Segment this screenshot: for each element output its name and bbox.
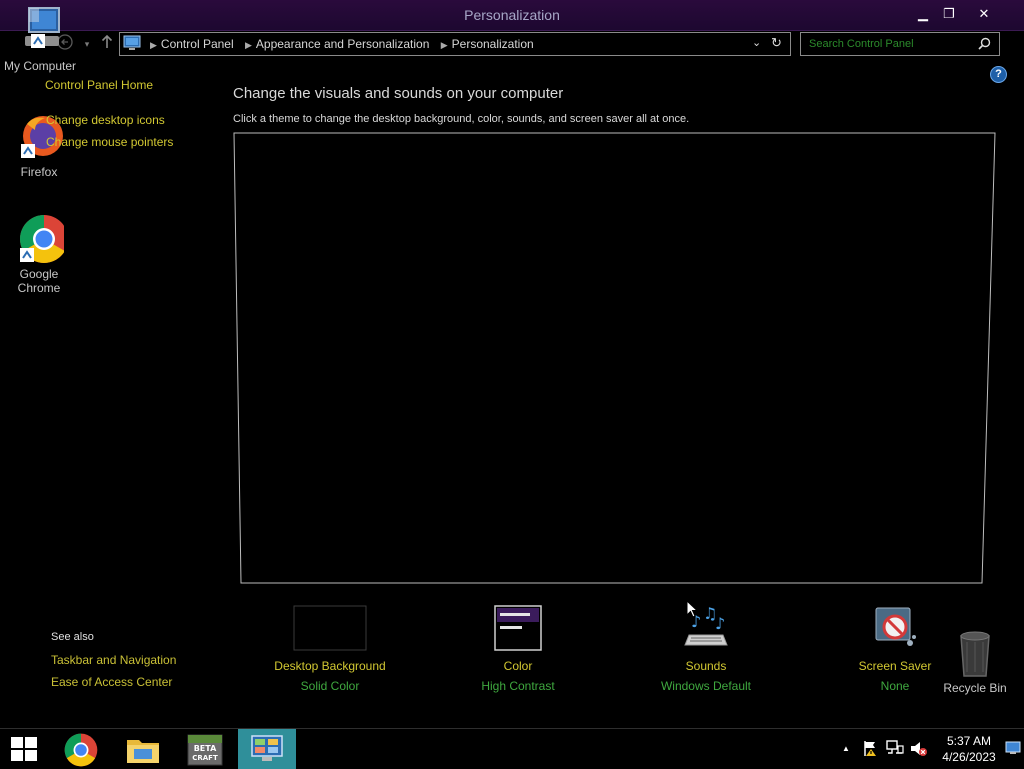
svg-text:♪: ♪ <box>715 614 725 633</box>
mouse-cursor-icon <box>686 600 698 618</box>
clock-time: 5:37 AM <box>946 734 992 748</box>
color-value: High Contrast <box>481 679 555 693</box>
taskbar-minecraft-button[interactable]: BETA CRAFT <box>176 729 234 769</box>
action-center-flag-icon[interactable] <box>862 740 878 757</box>
file-explorer-icon <box>127 740 159 763</box>
sounds-tile[interactable]: ♪ ♫ ♪ Sounds Windows Default <box>636 605 776 693</box>
taskbar-chrome-button[interactable] <box>52 729 110 769</box>
screen-saver-icon <box>875 607 916 646</box>
beta-craft-icon: BETA CRAFT <box>187 734 223 766</box>
control-panel-taskbar-icon <box>251 735 283 761</box>
desktop-background-value: Solid Color <box>300 679 360 693</box>
taskbar-file-explorer-button[interactable] <box>114 729 172 769</box>
see-also-heading: See also <box>51 631 94 643</box>
show-hidden-icons-button[interactable]: ▲ <box>842 744 850 753</box>
taskbar-control-panel-button[interactable] <box>238 729 296 769</box>
color-label: Color <box>503 659 533 673</box>
volume-muted-icon[interactable] <box>910 740 928 757</box>
clock-date: 4/26/2023 <box>942 750 996 764</box>
desktop-background-tile[interactable]: Desktop Background Solid Color <box>260 605 400 693</box>
system-clock[interactable]: 5:37 AM 4/26/2023 <box>938 733 1000 765</box>
sounds-label: Sounds <box>685 659 727 673</box>
screen-saver-tile[interactable]: Screen Saver None <box>825 605 965 693</box>
craft-text: CRAFT <box>192 754 218 762</box>
start-button[interactable] <box>0 729 48 769</box>
windows-logo-icon <box>11 737 37 761</box>
show-desktop-icon[interactable] <box>1005 741 1021 755</box>
taskbar: BETA CRAFT ▲ 5:37 AM 4/26/2023 <box>0 728 1024 769</box>
taskbar-navigation-link[interactable]: Taskbar and Navigation <box>51 653 176 667</box>
desktop-background-icon <box>293 605 367 651</box>
theme-list-border <box>233 132 996 584</box>
screen-saver-label: Screen Saver <box>858 659 932 673</box>
ease-of-access-link[interactable]: Ease of Access Center <box>51 675 172 689</box>
network-icon[interactable] <box>886 740 904 757</box>
desktop-background-label: Desktop Background <box>274 659 386 673</box>
chrome-taskbar-icon <box>64 733 98 767</box>
color-icon <box>494 605 542 651</box>
beta-text: BETA <box>194 744 217 753</box>
color-tile[interactable]: Color High Contrast <box>448 605 588 693</box>
sounds-value: Windows Default <box>660 679 752 693</box>
screen-saver-value: None <box>880 679 910 693</box>
